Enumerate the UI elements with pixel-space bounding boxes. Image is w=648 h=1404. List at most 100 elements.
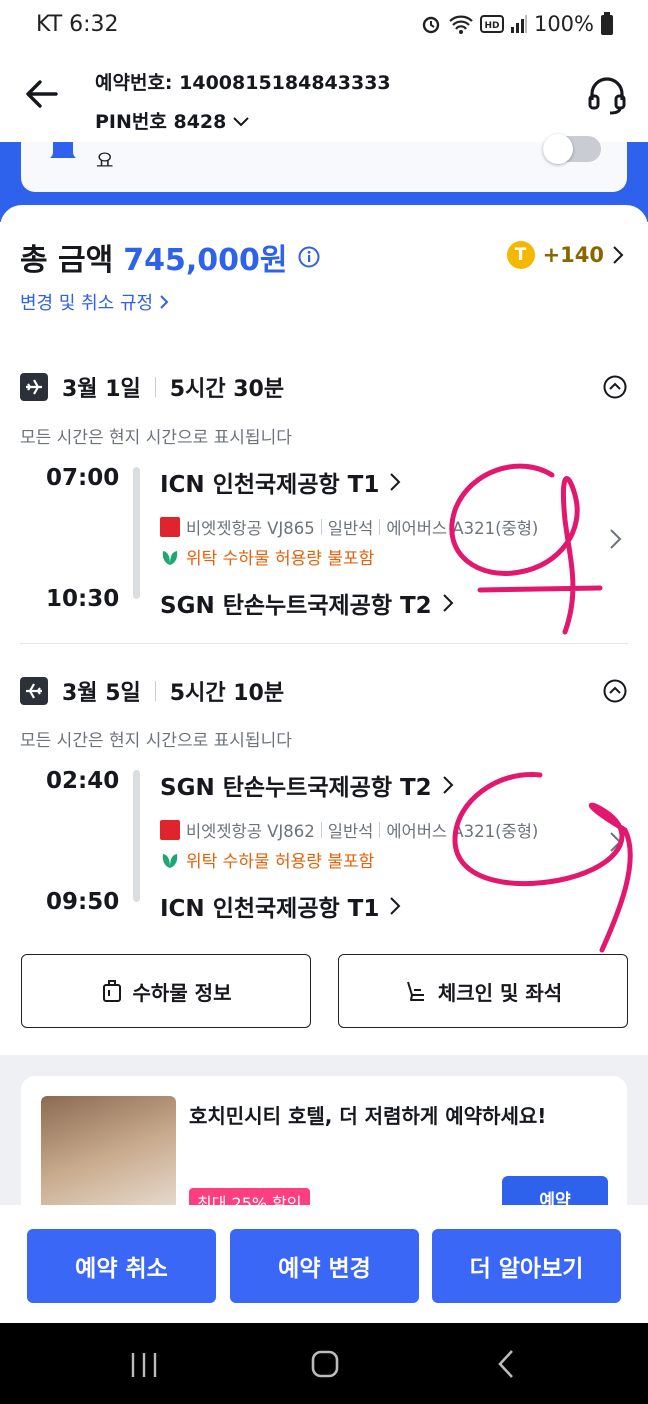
baggage-text: 위탁 수하물 허용량 불포함 bbox=[186, 852, 375, 872]
home-icon[interactable] bbox=[310, 1349, 340, 1379]
status-time: KT 6:32 bbox=[36, 12, 119, 37]
timezone-note: 모든 시간은 현지 시간으로 표시됩니다 bbox=[20, 731, 292, 751]
plane-icon bbox=[20, 373, 48, 401]
segment-divider bbox=[20, 643, 628, 644]
bell-icon bbox=[50, 142, 76, 158]
chevron-down-icon bbox=[233, 116, 250, 126]
baggage-info-label: 수하물 정보 bbox=[132, 980, 232, 1005]
chevron-right-icon bbox=[442, 776, 454, 794]
notification-toggle[interactable] bbox=[543, 134, 601, 164]
segment-date: 3월 1일 bbox=[62, 377, 141, 402]
baggage-text: 위탁 수하물 허용량 불포함 bbox=[186, 549, 375, 569]
notice-card: 요 bbox=[21, 134, 627, 192]
points-link[interactable]: T +140 bbox=[506, 241, 624, 269]
airline-logo bbox=[160, 820, 180, 840]
chevron-right-icon bbox=[613, 246, 624, 264]
divider bbox=[379, 519, 381, 535]
alarm-icon bbox=[422, 16, 440, 34]
pin-dropdown[interactable]: PIN번호 8428 bbox=[95, 107, 250, 134]
svg-text:HD: HD bbox=[484, 21, 499, 31]
chevron-right-icon bbox=[390, 473, 401, 491]
baggage-notice: 위탁 수하물 허용량 불포함 bbox=[160, 847, 374, 872]
toggle-knob bbox=[543, 134, 573, 164]
depart-airport-link[interactable]: SGN 탄손누트국제공항 T2 bbox=[160, 768, 454, 802]
plane-icon bbox=[20, 677, 48, 705]
wifi-icon bbox=[449, 15, 473, 34]
bottom-action-bar: 예약 취소 예약 변경 더 알아보기 bbox=[0, 1205, 648, 1323]
depart-airport-link[interactable]: ICN 인천국제공항 T1 bbox=[160, 465, 401, 499]
total-amount: 745,000원 bbox=[123, 243, 288, 278]
system-nav-bar bbox=[0, 1323, 648, 1404]
arrive-airport: ICN 인천국제공항 T1 bbox=[160, 896, 380, 922]
points-value: +140 bbox=[542, 243, 604, 267]
aircraft-type: 에어버스 A321(중형) bbox=[386, 519, 539, 538]
collapse-icon[interactable] bbox=[603, 679, 627, 703]
depart-time: 07:00 bbox=[46, 465, 120, 491]
airline-flight: 비엣젯항공 VJ862 bbox=[186, 822, 315, 841]
leaf-icon bbox=[162, 853, 178, 868]
cabin-class: 일반석 bbox=[327, 519, 374, 538]
baggage-info-button[interactable]: 수하물 정보 bbox=[21, 954, 311, 1028]
segment-duration: 5시간 30분 bbox=[169, 377, 285, 402]
timeline-bar bbox=[133, 467, 140, 599]
policy-label: 변경 및 취소 규정 bbox=[20, 293, 154, 314]
learn-more-button[interactable]: 더 알아보기 bbox=[432, 1229, 621, 1303]
info-icon[interactable] bbox=[298, 246, 320, 268]
hd-icon: HD bbox=[479, 15, 504, 33]
depart-time: 02:40 bbox=[46, 768, 120, 794]
notice-text: 요 bbox=[96, 150, 114, 172]
chevron-right-icon bbox=[442, 594, 454, 612]
chevron-right-icon bbox=[390, 897, 401, 915]
segment-header: 3월 5일 5시간 10분 bbox=[20, 675, 284, 707]
divider bbox=[379, 822, 381, 838]
segment-date: 3월 5일 bbox=[62, 681, 141, 706]
arrive-airport-link[interactable]: SGN 탄손누트국제공항 T2 bbox=[160, 586, 454, 620]
divider bbox=[320, 519, 322, 535]
total-label: 총 금액 bbox=[20, 243, 114, 278]
leaf-icon bbox=[162, 550, 178, 565]
collapse-icon[interactable] bbox=[603, 375, 627, 399]
arrive-time: 09:50 bbox=[46, 889, 120, 915]
itinerary-card: 총 금액 745,000원 T +140 변경 및 취소 규정 3월 1일 5시… bbox=[0, 205, 648, 1065]
hotel-promo-card[interactable]: 호치민시티 호텔, 더 저렴하게 예약하세요! 최대 25% 할인 예약 bbox=[21, 1076, 627, 1216]
timezone-note: 모든 시간은 현지 시간으로 표시됩니다 bbox=[20, 428, 292, 448]
depart-airport: SGN 탄손누트국제공항 T2 bbox=[160, 775, 432, 801]
flight-detail-row[interactable]: 비엣젯항공 VJ865 일반석 에어버스 A321(중형) bbox=[160, 515, 538, 539]
segment-duration: 5시간 10분 bbox=[169, 681, 285, 706]
arrive-airport-link[interactable]: ICN 인천국제공항 T1 bbox=[160, 889, 401, 923]
checkin-seat-button[interactable]: 체크인 및 좌석 bbox=[338, 954, 628, 1028]
cabin-class: 일반석 bbox=[327, 822, 374, 841]
headset-icon[interactable] bbox=[586, 74, 628, 116]
chevron-right-icon[interactable] bbox=[606, 527, 624, 551]
arrive-time: 10:30 bbox=[46, 586, 120, 612]
chevron-right-icon[interactable] bbox=[606, 830, 624, 854]
arrive-airport: SGN 탄손누트국제공항 T2 bbox=[160, 593, 432, 619]
battery-percent: 100% bbox=[533, 12, 594, 36]
recents-icon[interactable] bbox=[128, 1351, 160, 1379]
booking-number: 예약번호: 1400815184843333 bbox=[95, 72, 391, 94]
total-price-row: 총 금액 745,000원 bbox=[20, 235, 320, 279]
luggage-icon bbox=[102, 980, 121, 1002]
back-arrow-icon[interactable] bbox=[22, 74, 62, 114]
policy-link[interactable]: 변경 및 취소 규정 bbox=[20, 289, 169, 315]
battery-icon bbox=[601, 12, 613, 35]
change-booking-button[interactable]: 예약 변경 bbox=[230, 1229, 419, 1303]
flight-detail-row[interactable]: 비엣젯항공 VJ862 일반석 에어버스 A321(중형) bbox=[160, 818, 538, 842]
timeline-bar bbox=[133, 770, 140, 902]
checkin-seat-label: 체크인 및 좌석 bbox=[437, 980, 563, 1005]
baggage-notice: 위탁 수하물 허용량 불포함 bbox=[160, 544, 374, 569]
segment-header: 3월 1일 5시간 30분 bbox=[20, 371, 284, 403]
pin-label: PIN번호 8428 bbox=[95, 111, 227, 133]
cancel-booking-button[interactable]: 예약 취소 bbox=[27, 1229, 216, 1303]
hotel-photo bbox=[41, 1096, 176, 1216]
status-icons: HD 100% bbox=[420, 12, 614, 36]
back-nav-icon[interactable] bbox=[496, 1349, 516, 1379]
signal-icon bbox=[510, 15, 527, 33]
chevron-right-icon bbox=[160, 295, 169, 309]
divider bbox=[154, 377, 156, 397]
divider bbox=[154, 681, 156, 701]
divider bbox=[320, 822, 322, 838]
aircraft-type: 에어버스 A321(중형) bbox=[386, 822, 539, 841]
depart-airport: ICN 인천국제공항 T1 bbox=[160, 472, 380, 498]
coin-icon: T bbox=[506, 241, 535, 269]
